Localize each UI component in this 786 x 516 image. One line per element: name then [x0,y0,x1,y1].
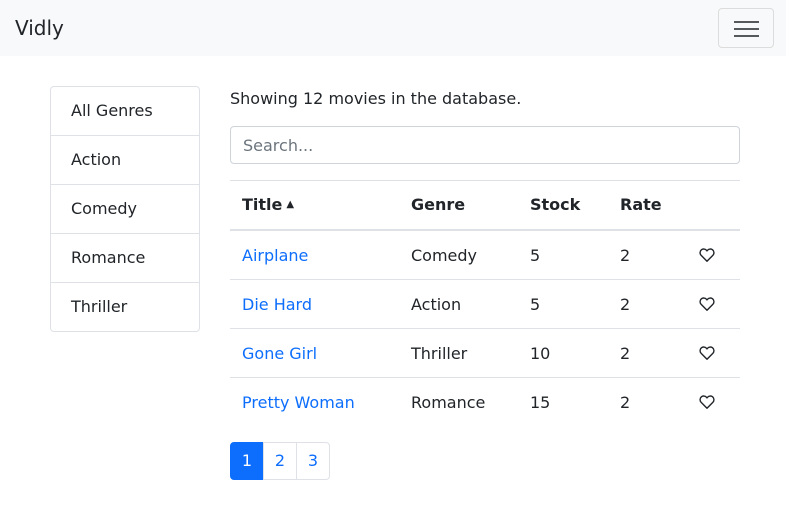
heart-outline-icon[interactable] [698,394,716,410]
caret-up-icon: ▲ [286,199,295,210]
brand-link[interactable]: Vidly [15,14,64,42]
movies-table: Title ▲ Genre Stock Rate Airplane Comedy … [230,180,740,426]
movie-title-link[interactable]: Gone Girl [242,329,317,378]
column-header-title[interactable]: Title ▲ [242,181,294,229]
pagination: 1 2 3 [230,442,330,480]
movie-rate: 2 [620,295,631,314]
movie-title-link[interactable]: Pretty Woman [242,378,355,427]
heart-outline-icon[interactable] [698,296,716,312]
movie-rate: 2 [620,344,631,363]
page-link-2[interactable]: 2 [263,442,297,480]
movie-genre: Thriller [411,344,468,363]
movie-stock: 5 [530,295,541,314]
table-row: Gone Girl Thriller 10 2 [230,328,740,377]
navbar: Vidly [0,0,786,56]
column-header-stock[interactable]: Stock [530,181,580,229]
movie-genre: Comedy [411,246,478,265]
genre-item-thriller[interactable]: Thriller [51,283,199,331]
movie-title-link[interactable]: Die Hard [242,280,312,329]
page-link-1[interactable]: 1 [230,442,264,480]
genre-item-comedy[interactable]: Comedy [51,185,199,234]
genre-item-romance[interactable]: Romance [51,234,199,283]
table-row: Airplane Comedy 5 2 [230,230,740,279]
heart-outline-icon[interactable] [698,247,716,263]
table-header-row: Title ▲ Genre Stock Rate [230,180,740,230]
movie-stock: 5 [530,246,541,265]
movie-stock: 15 [530,393,551,412]
heart-outline-icon[interactable] [698,345,716,361]
table-row: Die Hard Action 5 2 [230,279,740,328]
movie-rate: 2 [620,393,631,412]
search-input[interactable] [230,126,740,164]
column-header-genre[interactable]: Genre [411,181,465,229]
genre-item-all[interactable]: All Genres [51,87,199,136]
movie-genre: Romance [411,393,486,412]
column-header-rate[interactable]: Rate [620,181,662,229]
movie-title-link[interactable]: Airplane [242,231,308,280]
movie-stock: 10 [530,344,551,363]
movie-genre: Action [411,295,462,314]
movie-count-text: Showing 12 movies in the database. [230,89,522,108]
page-link-3[interactable]: 3 [296,442,330,480]
movie-rate: 2 [620,246,631,265]
genre-list: All Genres Action Comedy Romance Thrille… [50,86,200,332]
table-row: Pretty Woman Romance 15 2 [230,377,740,426]
navbar-toggle-button[interactable] [718,8,774,48]
genre-item-action[interactable]: Action [51,136,199,185]
